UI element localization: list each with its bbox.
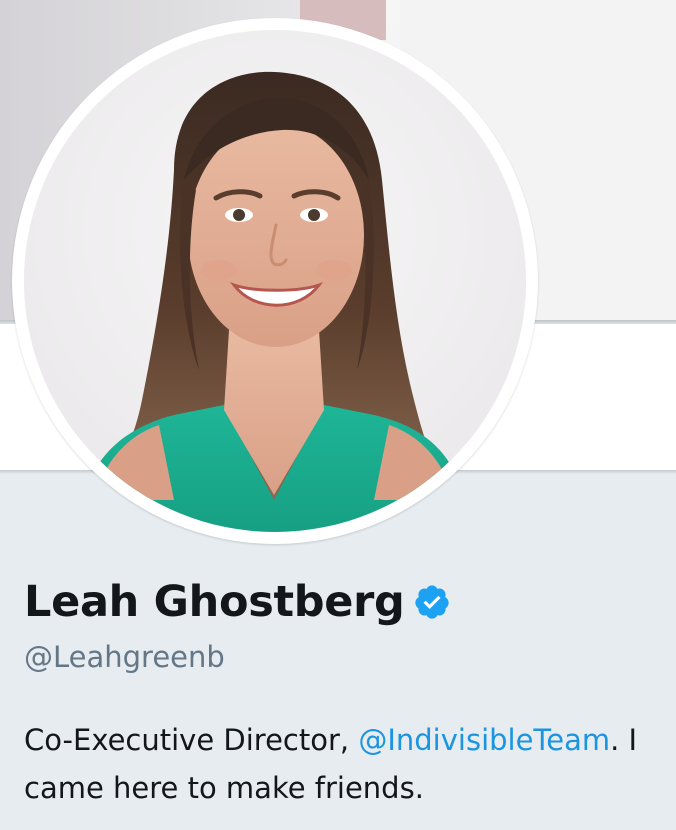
profile-bio: Co-Executive Director, @IndivisibleTeam.… xyxy=(24,716,674,812)
bio-text-prefix: Co-Executive Director, xyxy=(24,723,359,757)
verified-badge-icon xyxy=(413,583,451,621)
profile-name-row: Leah Ghostberg xyxy=(24,572,451,632)
avatar-photo xyxy=(24,30,526,532)
display-name[interactable]: Leah Ghostberg xyxy=(24,577,405,627)
profile-card: Leah Ghostberg @Leahgreenb Co-Executive … xyxy=(0,0,676,830)
avatar[interactable] xyxy=(24,30,526,532)
profile-handle[interactable]: @Leahgreenb xyxy=(24,640,225,674)
bio-mention-link[interactable]: @IndivisibleTeam xyxy=(358,723,610,757)
